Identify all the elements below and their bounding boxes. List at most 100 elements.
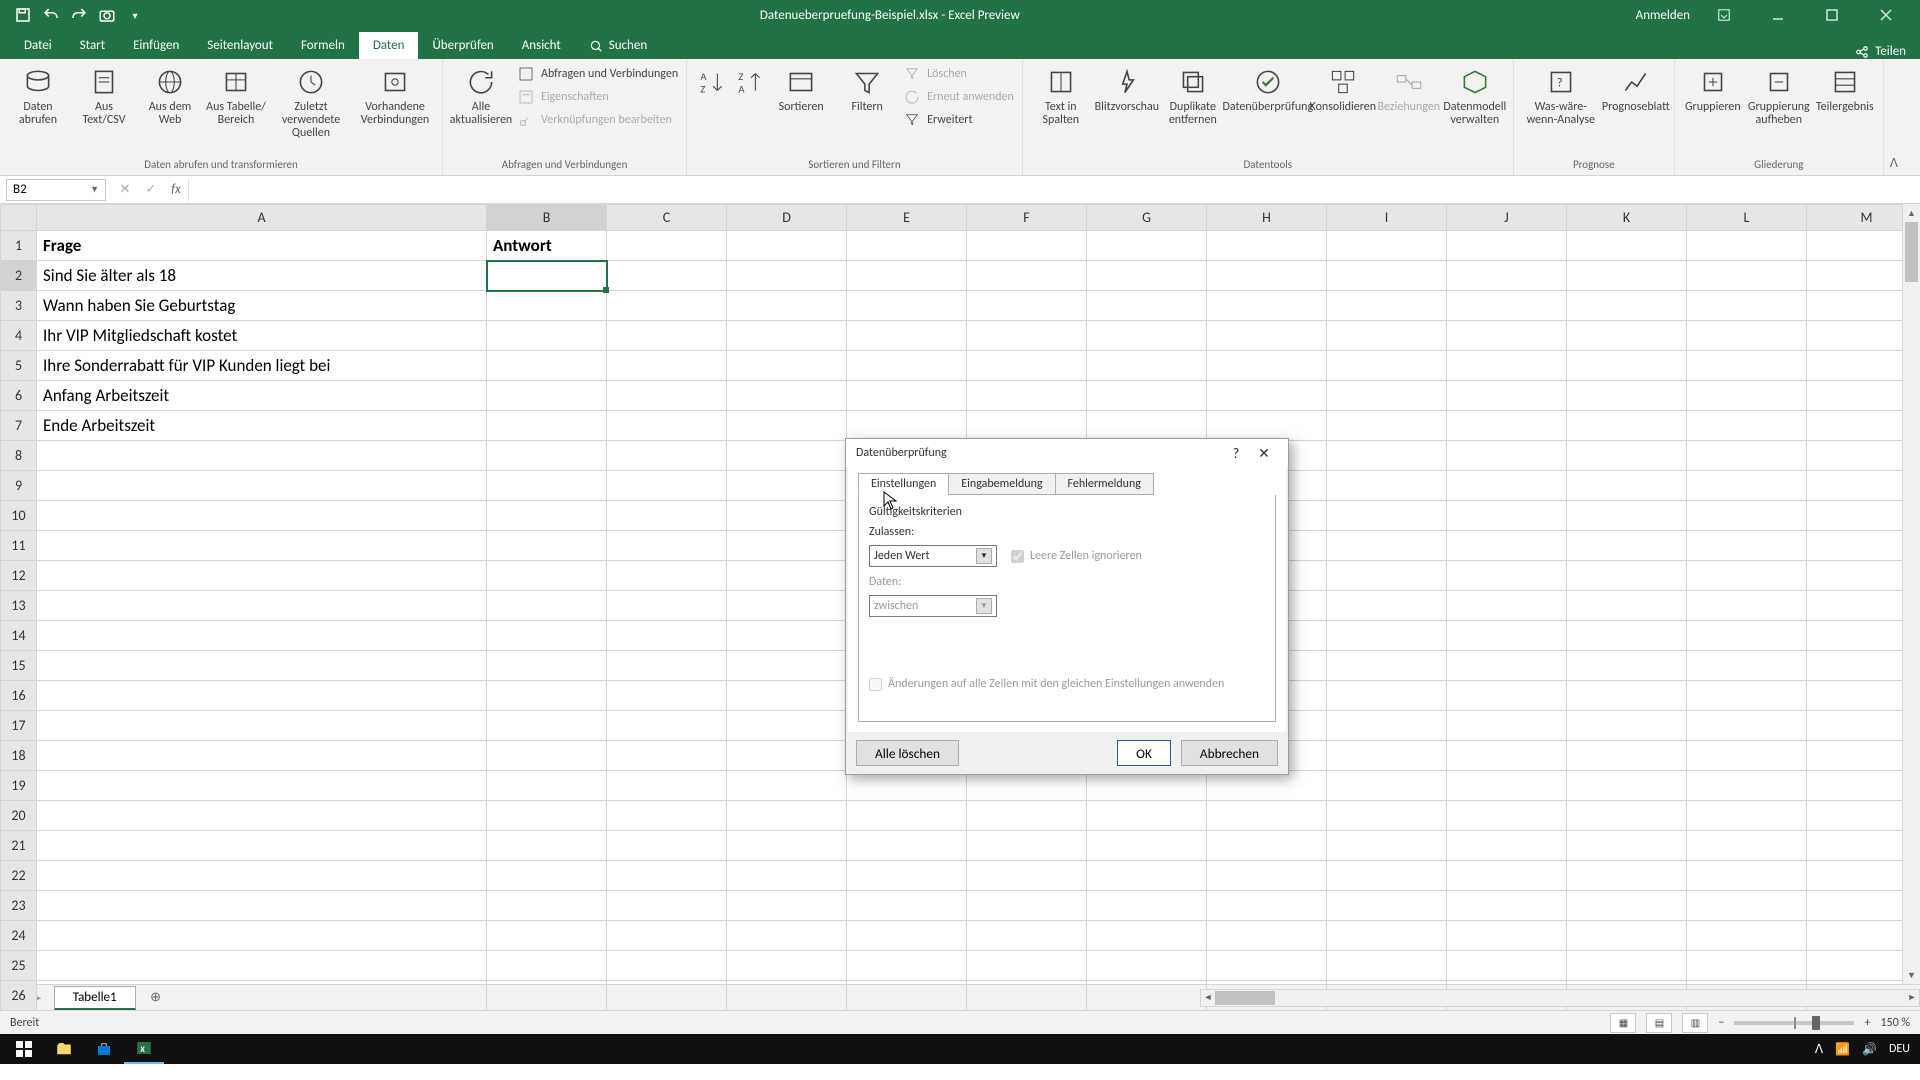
- cell-C1[interactable]: [607, 231, 727, 261]
- cell-C4[interactable]: [607, 321, 727, 351]
- cell-C13[interactable]: [607, 591, 727, 621]
- tray-volume-icon[interactable]: 🔊: [1862, 1042, 1877, 1057]
- existing-conn-button[interactable]: Vorhandene Verbindungen: [356, 65, 434, 127]
- cell-F6[interactable]: [967, 381, 1087, 411]
- camera-icon[interactable]: [98, 6, 116, 24]
- cell-C21[interactable]: [607, 831, 727, 861]
- cell-C26[interactable]: [607, 981, 727, 1011]
- cell-D3[interactable]: [727, 291, 847, 321]
- maximize-icon[interactable]: [1812, 0, 1852, 30]
- cell-B17[interactable]: [487, 711, 607, 741]
- cell-C3[interactable]: [607, 291, 727, 321]
- cell-J5[interactable]: [1447, 351, 1567, 381]
- cell-I15[interactable]: [1327, 651, 1447, 681]
- cell-L6[interactable]: [1687, 381, 1807, 411]
- cell-D14[interactable]: [727, 621, 847, 651]
- cell-H4[interactable]: [1207, 321, 1327, 351]
- dialog-close-icon[interactable]: ✕: [1250, 445, 1278, 462]
- col-header-B[interactable]: B: [487, 205, 607, 231]
- cell-H24[interactable]: [1207, 921, 1327, 951]
- col-header-D[interactable]: D: [727, 205, 847, 231]
- cell-G26[interactable]: [1087, 981, 1207, 1011]
- cell-L13[interactable]: [1687, 591, 1807, 621]
- cell-I11[interactable]: [1327, 531, 1447, 561]
- row-header-26[interactable]: 26: [1, 981, 37, 1011]
- cell-A10[interactable]: [37, 501, 487, 531]
- sort-button[interactable]: Sortieren: [771, 65, 831, 114]
- cell-K6[interactable]: [1567, 381, 1687, 411]
- cell-G4[interactable]: [1087, 321, 1207, 351]
- cell-I14[interactable]: [1327, 621, 1447, 651]
- cell-B2[interactable]: [487, 261, 607, 291]
- collapse-ribbon-icon[interactable]: ᐱ: [1884, 59, 1904, 175]
- cell-F4[interactable]: [967, 321, 1087, 351]
- cell-G25[interactable]: [1087, 951, 1207, 981]
- cell-L7[interactable]: [1687, 411, 1807, 441]
- cell-K3[interactable]: [1567, 291, 1687, 321]
- row-header-19[interactable]: 19: [1, 771, 37, 801]
- cell-J19[interactable]: [1447, 771, 1567, 801]
- row-header-21[interactable]: 21: [1, 831, 37, 861]
- cell-D20[interactable]: [727, 801, 847, 831]
- cell-H3[interactable]: [1207, 291, 1327, 321]
- cell-J6[interactable]: [1447, 381, 1567, 411]
- cell-K1[interactable]: [1567, 231, 1687, 261]
- tab-view[interactable]: Ansicht: [508, 32, 575, 59]
- consolidate-button[interactable]: Konsolidieren: [1313, 65, 1373, 114]
- tray-network-icon[interactable]: 📶: [1835, 1042, 1850, 1057]
- formula-input[interactable]: [188, 179, 1920, 201]
- cell-K13[interactable]: [1567, 591, 1687, 621]
- cell-H21[interactable]: [1207, 831, 1327, 861]
- get-data-button[interactable]: Daten abrufen: [8, 65, 68, 127]
- cell-K25[interactable]: [1567, 951, 1687, 981]
- dialog-tab-error-alert[interactable]: Fehlermeldung: [1055, 473, 1154, 495]
- cell-G19[interactable]: [1087, 771, 1207, 801]
- cell-J23[interactable]: [1447, 891, 1567, 921]
- tray-lang[interactable]: DEU: [1889, 1042, 1910, 1056]
- cell-D5[interactable]: [727, 351, 847, 381]
- cell-K21[interactable]: [1567, 831, 1687, 861]
- cell-C14[interactable]: [607, 621, 727, 651]
- cell-K16[interactable]: [1567, 681, 1687, 711]
- forecast-button[interactable]: Prognoseblatt: [1606, 65, 1666, 114]
- cell-J15[interactable]: [1447, 651, 1567, 681]
- cell-H22[interactable]: [1207, 861, 1327, 891]
- cell-K24[interactable]: [1567, 921, 1687, 951]
- cell-H23[interactable]: [1207, 891, 1327, 921]
- cell-J16[interactable]: [1447, 681, 1567, 711]
- row-header-25[interactable]: 25: [1, 951, 37, 981]
- cell-L3[interactable]: [1687, 291, 1807, 321]
- cell-C25[interactable]: [607, 951, 727, 981]
- row-header-8[interactable]: 8: [1, 441, 37, 471]
- cell-J22[interactable]: [1447, 861, 1567, 891]
- row-header-9[interactable]: 9: [1, 471, 37, 501]
- ungroup-button[interactable]: Gruppierung aufheben: [1749, 65, 1809, 127]
- cell-E1[interactable]: [847, 231, 967, 261]
- cell-E4[interactable]: [847, 321, 967, 351]
- cell-J3[interactable]: [1447, 291, 1567, 321]
- cell-D16[interactable]: [727, 681, 847, 711]
- row-header-23[interactable]: 23: [1, 891, 37, 921]
- cell-J21[interactable]: [1447, 831, 1567, 861]
- cell-J11[interactable]: [1447, 531, 1567, 561]
- cell-A2[interactable]: Sind Sie älter als 18: [37, 261, 487, 291]
- cell-D8[interactable]: [727, 441, 847, 471]
- cell-I6[interactable]: [1327, 381, 1447, 411]
- cell-C2[interactable]: [607, 261, 727, 291]
- cell-L10[interactable]: [1687, 501, 1807, 531]
- what-if-button[interactable]: ?Was-wäre-wenn-Analyse: [1522, 65, 1600, 127]
- cell-D7[interactable]: [727, 411, 847, 441]
- dialog-tab-settings[interactable]: Einstellungen: [858, 473, 949, 495]
- cell-E19[interactable]: [847, 771, 967, 801]
- cell-L8[interactable]: [1687, 441, 1807, 471]
- cell-E24[interactable]: [847, 921, 967, 951]
- cell-K8[interactable]: [1567, 441, 1687, 471]
- cell-L1[interactable]: [1687, 231, 1807, 261]
- cell-A1[interactable]: Frage: [37, 231, 487, 261]
- cell-E2[interactable]: [847, 261, 967, 291]
- close-icon[interactable]: [1866, 0, 1906, 30]
- horizontal-scrollbar[interactable]: ◄ ►: [1200, 989, 1920, 1007]
- cell-B12[interactable]: [487, 561, 607, 591]
- cell-D4[interactable]: [727, 321, 847, 351]
- cell-C8[interactable]: [607, 441, 727, 471]
